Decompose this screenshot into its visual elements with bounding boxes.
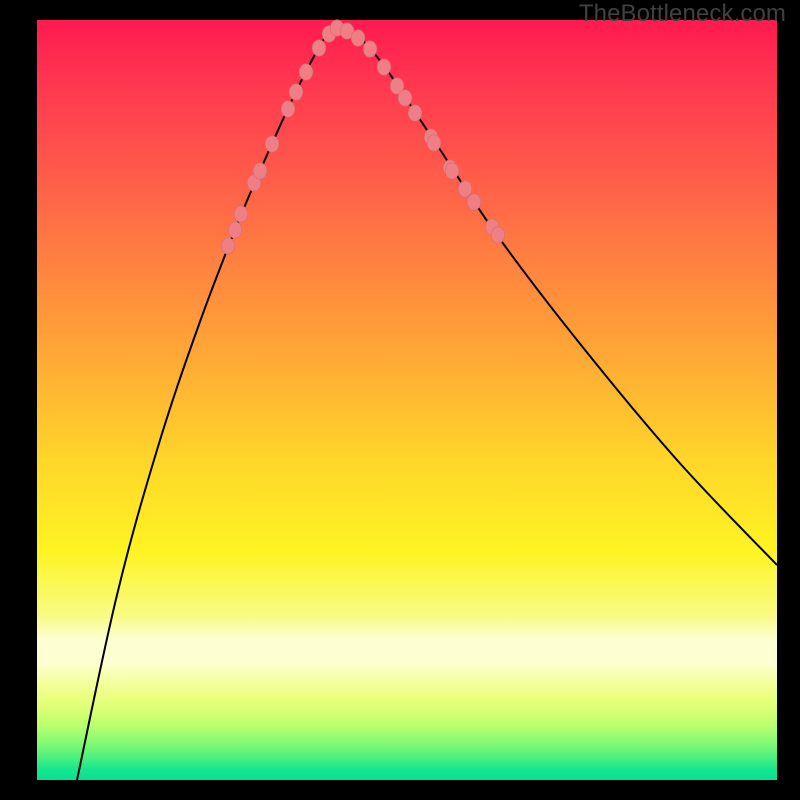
bottleneck-curve-svg — [37, 20, 777, 780]
curve-dot — [467, 194, 481, 210]
curve-dot — [408, 105, 422, 121]
curve-dot — [427, 135, 441, 151]
curve-dots-group — [221, 20, 505, 254]
curve-dot — [228, 222, 242, 238]
curve-dot — [312, 40, 326, 56]
curve-dot — [221, 238, 235, 254]
curve-dot — [351, 30, 365, 46]
curve-dot — [445, 163, 459, 179]
curve-dot — [299, 64, 313, 80]
curve-dot — [363, 41, 377, 57]
curve-dot — [265, 136, 279, 152]
chart-stage: TheBottleneck.com — [0, 0, 800, 800]
curve-dot — [491, 227, 505, 243]
curve-dot — [289, 84, 303, 100]
curve-dot — [253, 163, 267, 179]
curve-dot — [398, 90, 412, 106]
curve-dot — [458, 181, 472, 197]
curve-dot — [281, 101, 295, 117]
curve-dot — [377, 59, 391, 75]
curve-dot — [234, 206, 248, 222]
